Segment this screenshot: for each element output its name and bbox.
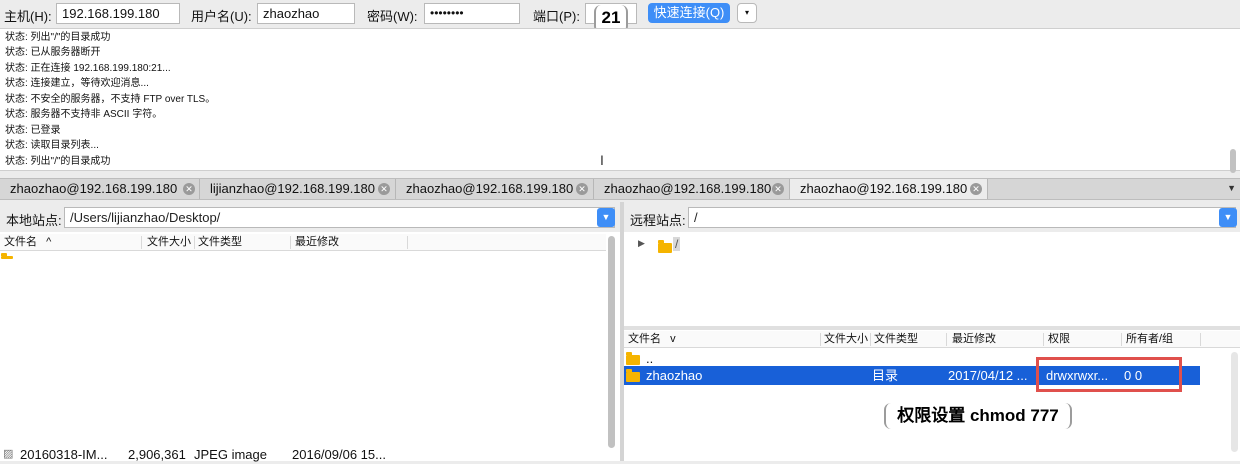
username-label: 用户名(U): (191, 9, 252, 24)
file-name: 20160318-IM... (20, 447, 108, 462)
local-pane: 本地站点: /Users/lijianzhao/Desktop/ ▼ 文件名 ^… (0, 202, 620, 464)
port-label: 端口(P): (533, 9, 580, 24)
log-line: 状态: 已从服务器断开 (5, 47, 101, 58)
tab-connection[interactable]: zhaozhao@192.168.199.180 ✕ (396, 179, 594, 199)
log-line: 状态: 服务器不支持非 ASCII 字符。 (5, 109, 163, 120)
table-row[interactable]: ▨ 20160318-IM... 2,906,361 JPEG image 20… (0, 445, 600, 464)
col-filesize[interactable]: 文件大小 (824, 331, 868, 348)
password-label: 密码(W): (367, 9, 418, 24)
file-type: 目录 (872, 368, 899, 383)
close-icon[interactable]: ✕ (970, 183, 982, 195)
log-scrollbar[interactable] (1230, 149, 1236, 173)
col-owner[interactable]: 所有者/组 (1126, 331, 1173, 348)
tree-root[interactable]: / (673, 237, 681, 251)
col-filename[interactable]: 文件名 v (628, 331, 676, 348)
tab-list-menu-icon[interactable]: ▼ (1227, 183, 1236, 193)
close-icon[interactable]: ✕ (576, 183, 588, 195)
tab-connection[interactable]: lijianzhao@192.168.199.180 ✕ (200, 179, 396, 199)
sort-ascending-icon: ^ (46, 236, 52, 248)
col-filetype[interactable]: 文件类型 (198, 234, 242, 251)
close-icon[interactable]: ✕ (772, 183, 784, 195)
disclosure-triangle-icon[interactable]: ▶ (638, 238, 645, 249)
log-line: 状态: 连接建立，等待欢迎消息... (5, 78, 149, 89)
quickconnect-button[interactable]: 快速连接(Q) (648, 3, 730, 23)
remote-site-label: 远程站点: (630, 213, 686, 228)
tab-label: zhaozhao@192.168.199.180 (10, 181, 178, 196)
file-type: JPEG image (194, 447, 267, 462)
sort-descending-icon: v (670, 333, 676, 345)
tab-connection-active[interactable]: zhaozhao@192.168.199.180 ✕ (790, 179, 988, 199)
local-site-label: 本地站点: (6, 213, 62, 228)
connection-tabs: zhaozhao@192.168.199.180 ✕ lijianzhao@19… (0, 178, 1240, 200)
local-scrollbar[interactable] (608, 236, 615, 448)
remote-site-bar: 远程站点: / ▼ (624, 202, 1240, 232)
tab-label: zhaozhao@192.168.199.180 (604, 181, 772, 196)
remote-path-dropdown[interactable]: ▼ (1219, 208, 1237, 227)
message-log[interactable]: 状态: 列出"/"的目录成功 状态: 已从服务器断开 状态: 正在连接 192.… (0, 28, 1240, 173)
close-icon[interactable]: ✕ (378, 183, 390, 195)
tab-label: lijianzhao@192.168.199.180 (210, 181, 375, 196)
col-filename[interactable]: 文件名 ^ (4, 234, 51, 251)
local-path-dropdown[interactable]: ▼ (597, 208, 615, 227)
log-line: 状态: 不安全的服务器，不支持 FTP over TLS。 (5, 94, 216, 105)
highlight-box (1036, 357, 1182, 392)
chevron-down-icon: ▾ (744, 8, 749, 17)
col-permissions[interactable]: 权限 (1048, 331, 1070, 348)
file-modified: 2017/04/12 ... (948, 368, 1028, 383)
quickconnect-history-dropdown[interactable]: ▾ (737, 3, 757, 23)
col-modified[interactable]: 最近修改 (295, 234, 339, 251)
username-input[interactable]: zhaozhao (257, 3, 355, 24)
remote-directory-tree: ▶ / (624, 234, 1240, 326)
password-input[interactable]: •••••••• (424, 3, 520, 24)
col-filetype[interactable]: 文件类型 (874, 331, 918, 348)
local-file-header: 文件名 ^ 文件大小 文件类型 最近修改 (0, 234, 606, 251)
host-label: 主机(H): (4, 9, 52, 24)
remote-tree-splitter[interactable] (624, 326, 1240, 330)
tab-label: zhaozhao@192.168.199.180 (800, 181, 968, 196)
col-filesize[interactable]: 文件大小 (147, 234, 191, 251)
text-cursor-icon: I (600, 152, 604, 168)
local-path-input[interactable]: /Users/lijianzhao/Desktop/ (64, 207, 615, 228)
file-modified: 2016/09/06 15... (292, 447, 386, 462)
log-line: 状态: 正在连接 192.168.199.180:21... (5, 63, 171, 74)
local-site-bar: 本地站点: /Users/lijianzhao/Desktop/ ▼ (0, 202, 620, 232)
file-size: 2,906,361 (128, 447, 186, 462)
chmod-callout: 权限设置 chmod 777 (884, 403, 1072, 429)
col-modified[interactable]: 最近修改 (952, 331, 996, 348)
chevron-down-icon: ▼ (1223, 212, 1233, 222)
chevron-down-icon: ▼ (601, 212, 611, 222)
tab-label: zhaozhao@192.168.199.180 (406, 181, 574, 196)
remote-scrollbar[interactable] (1231, 352, 1238, 452)
folder-icon (626, 352, 640, 365)
close-icon[interactable]: ✕ (183, 183, 195, 195)
host-input[interactable]: 192.168.199.180 (56, 3, 180, 24)
remote-path-input[interactable]: / (688, 207, 1236, 228)
tab-connection[interactable]: zhaozhao@192.168.199.180 ✕ (0, 179, 200, 199)
image-file-icon: ▨ (3, 448, 14, 460)
log-line: 状态: 已登录 (5, 125, 61, 136)
remote-file-header: 文件名 v 文件大小 文件类型 最近修改 权限 所有者/组 (624, 331, 1240, 348)
log-line: 状态: 列出"/"的目录成功 (5, 156, 111, 167)
tab-connection[interactable]: zhaozhao@192.168.199.180 ✕ (594, 179, 790, 199)
folder-icon (658, 240, 672, 253)
folder-icon (1, 253, 13, 259)
log-line: 状态: 读取目录列表... (5, 140, 99, 151)
folder-icon (626, 369, 640, 382)
file-name: zhaozhao (646, 368, 703, 383)
log-line: 状态: 列出"/"的目录成功 (5, 32, 111, 43)
